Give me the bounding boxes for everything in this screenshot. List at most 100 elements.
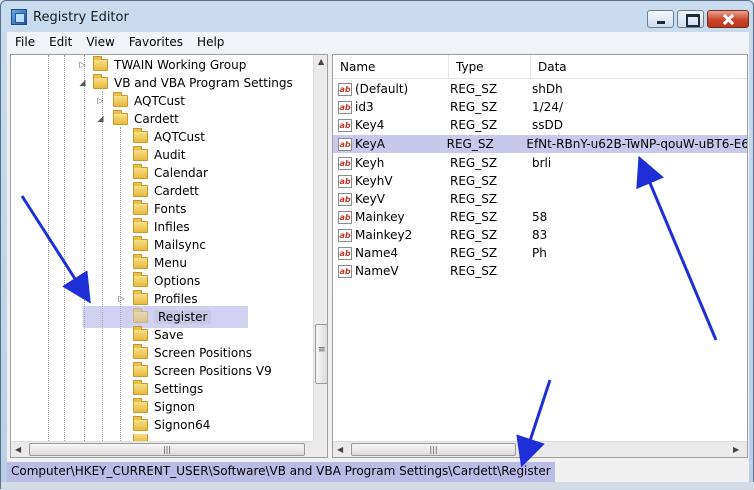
tree-item-label: Cardett	[134, 112, 179, 126]
expand-arrow-icon[interactable]: ▷	[96, 96, 105, 105]
tree-vertical-scroll-thumb[interactable]	[315, 324, 327, 384]
value-row[interactable]: ab KeyhV REG_SZ	[333, 172, 747, 190]
value-type: REG_SZ	[450, 246, 498, 260]
folder-icon	[133, 146, 148, 161]
value-row-selected[interactable]: ab KeyA REG_SZ EfNt-RBnY-u62B-TwNP-qouW-u…	[333, 135, 747, 153]
value-row[interactable]: ab (Default) REG_SZ shDh	[333, 80, 747, 98]
collapse-arrow-icon[interactable]: ◢	[96, 114, 105, 123]
value-row[interactable]: ab id3 REG_SZ 1/24/	[333, 98, 747, 116]
tree-item-label: Calendar	[154, 166, 208, 180]
tree-item-menu[interactable]: Menu	[133, 254, 187, 272]
value-data: Ph	[532, 246, 547, 260]
value-data: ssDD	[532, 118, 563, 132]
menu-help[interactable]: Help	[189, 35, 230, 49]
value-row[interactable]: ab Keyh REG_SZ brli	[333, 154, 747, 172]
value-name: (Default)	[355, 82, 409, 96]
tree-item-settings[interactable]: Settings	[133, 380, 203, 398]
window-title: Registry Editor	[33, 10, 129, 25]
value-row[interactable]: ab Key4 REG_SZ ssDD	[333, 116, 747, 134]
tree-item-register[interactable]: Register	[133, 308, 212, 326]
value-data: 1/24/	[532, 100, 563, 114]
tree-item-save[interactable]: Save	[133, 326, 183, 344]
tree-item-screen-positions-v9[interactable]: Screen Positions V9	[133, 362, 272, 380]
folder-icon	[133, 218, 148, 233]
menu-file[interactable]: File	[7, 35, 41, 49]
tree-item-label: Save	[154, 328, 184, 342]
tree-item-aqtcust[interactable]: AQTCust	[133, 128, 205, 146]
list-horizontal-scrollbar[interactable]: ◀ ||| ▶	[333, 441, 747, 457]
string-value-icon: ab	[338, 192, 352, 206]
scrollbar-corner	[313, 441, 327, 457]
tree-item-audit[interactable]: Audit	[133, 146, 185, 164]
tree-item-mailsync[interactable]: Mailsync	[133, 236, 206, 254]
string-value-icon: ab	[338, 118, 352, 132]
column-header-data[interactable]: Data	[531, 55, 747, 79]
tree-item-label: Mailsync	[154, 238, 206, 252]
column-header-type[interactable]: Type	[449, 55, 531, 79]
value-type: REG_SZ	[450, 82, 498, 96]
menu-view[interactable]: View	[78, 35, 120, 49]
values-list-pane[interactable]: Name Type Data ab (Default) REG_SZ shDh a…	[332, 54, 748, 458]
minimize-button[interactable]	[647, 10, 674, 28]
tree-item-label: Infiles	[154, 220, 190, 234]
folder-icon	[133, 344, 148, 359]
tree-item-label: Screen Positions V9	[154, 364, 272, 378]
column-header-name[interactable]: Name	[333, 55, 449, 79]
value-type: REG_SZ	[450, 210, 498, 224]
maximize-button[interactable]	[677, 10, 704, 28]
value-name: KeyA	[355, 137, 385, 151]
value-type: REG_SZ	[450, 118, 498, 132]
value-type: REG_SZ	[450, 228, 498, 242]
value-name: Mainkey	[355, 210, 405, 224]
registry-editor-icon	[11, 9, 27, 25]
expand-arrow-icon[interactable]: ▷	[78, 60, 87, 69]
tree-item-infiles[interactable]: Infiles	[133, 218, 190, 236]
scroll-left-arrow-icon[interactable]: ◀	[15, 445, 21, 454]
tree-item-cardett-root[interactable]: ◢ Cardett	[96, 110, 179, 128]
folder-icon	[133, 290, 148, 305]
tree-vertical-scrollbar[interactable]: ▲	[313, 55, 327, 441]
tree-item-options[interactable]: Options	[133, 272, 200, 290]
key-tree-pane[interactable]: ▷ TWAIN Working Group ◢ VB and VBA Progr…	[10, 54, 328, 458]
tree-guide-line	[102, 91, 103, 441]
scroll-left-arrow-icon[interactable]: ◀	[337, 445, 343, 454]
scroll-up-arrow-icon[interactable]: ▲	[318, 57, 324, 66]
list-horizontal-scroll-thumb[interactable]: |||	[351, 443, 516, 456]
folder-icon	[133, 236, 148, 251]
value-type: REG_SZ	[450, 174, 498, 188]
tree-item-vb-settings[interactable]: ◢ VB and VBA Program Settings	[78, 74, 293, 92]
tree-item-label: Profiles	[154, 292, 198, 306]
value-row[interactable]: ab Mainkey2 REG_SZ 83	[333, 226, 747, 244]
folder-icon	[113, 92, 128, 107]
folder-icon	[133, 362, 148, 377]
menu-edit[interactable]: Edit	[41, 35, 78, 49]
tree-item-signon[interactable]: Signon	[133, 398, 195, 416]
scroll-right-arrow-icon[interactable]: ▶	[733, 445, 739, 454]
tree-item-cardett[interactable]: Cardett	[133, 182, 199, 200]
value-row[interactable]: ab NameV REG_SZ	[333, 262, 747, 280]
client-area: ▷ TWAIN Working Group ◢ VB and VBA Progr…	[7, 52, 749, 460]
tree-horizontal-scroll-thumb[interactable]: |||	[29, 443, 305, 456]
value-row[interactable]: ab Name4 REG_SZ Ph	[333, 244, 747, 262]
tree-item-signon64[interactable]: Signon64	[133, 416, 210, 434]
tree-guide-line	[64, 55, 65, 441]
tree-item-calendar[interactable]: Calendar	[133, 164, 208, 182]
tree-item-profiles[interactable]: ▷ Profiles	[117, 290, 198, 308]
value-type: REG_SZ	[446, 137, 494, 151]
expand-arrow-icon[interactable]: ▷	[117, 294, 126, 303]
tree-horizontal-scrollbar[interactable]: ◀ |||	[11, 441, 313, 457]
value-data: 83	[532, 228, 548, 242]
tree-item-fonts[interactable]: Fonts	[133, 200, 186, 218]
value-row[interactable]: ab KeyV REG_SZ	[333, 190, 747, 208]
tree-item-twain[interactable]: ▷ TWAIN Working Group	[78, 56, 246, 74]
menu-favorites[interactable]: Favorites	[121, 35, 189, 49]
value-row[interactable]: ab Mainkey REG_SZ 58	[333, 208, 747, 226]
title-bar[interactable]: Registry Editor	[1, 1, 753, 32]
tree-item-aqtcust-root[interactable]: ▷ AQTCust	[96, 92, 185, 110]
tree-item-label: Signon	[154, 400, 196, 414]
collapse-arrow-icon[interactable]: ◢	[78, 78, 87, 87]
value-name: KeyhV	[355, 174, 393, 188]
tree-guide-line	[84, 55, 85, 441]
close-button[interactable]	[707, 10, 749, 28]
tree-item-screen-positions[interactable]: Screen Positions	[133, 344, 252, 362]
